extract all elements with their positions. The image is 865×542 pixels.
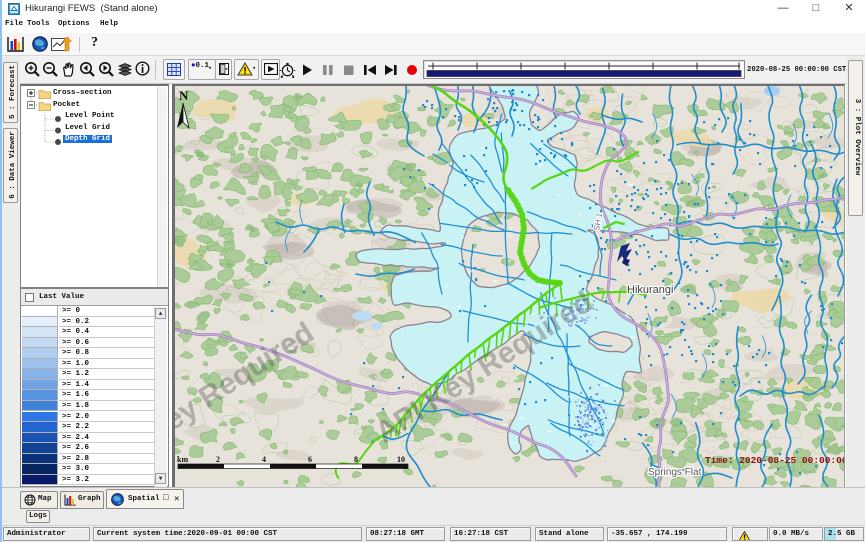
svg-text:km: km (177, 455, 188, 464)
svg-text:Springs Flat: Springs Flat (648, 467, 702, 478)
svg-text:6: 6 (308, 455, 312, 464)
svg-text:N: N (179, 88, 189, 103)
svg-text:4: 4 (262, 455, 266, 464)
svg-text:Hikurangi: Hikurangi (627, 284, 673, 296)
svg-text:2: 2 (216, 455, 220, 464)
svg-text:8: 8 (354, 455, 358, 464)
svg-text:Time: 2020-08-25 00:00:00 CST: Time: 2020-08-25 00:00:00 CST (705, 455, 845, 466)
svg-text:10: 10 (397, 455, 405, 464)
